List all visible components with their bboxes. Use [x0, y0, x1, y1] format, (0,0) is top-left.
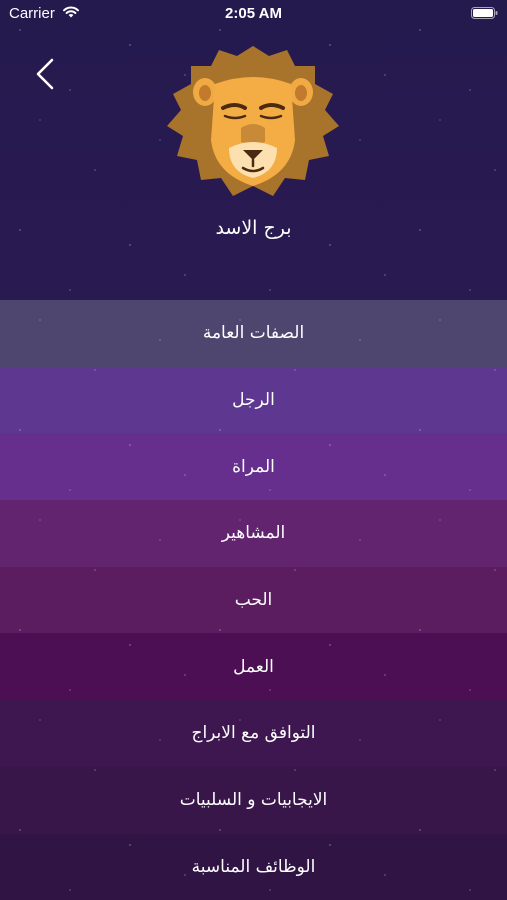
page-title: برج الاسد — [215, 217, 292, 239]
lion-icon — [167, 46, 339, 196]
menu-item-compatibility[interactable]: التوافق مع الابراج — [0, 700, 507, 767]
menu-item-woman[interactable]: المراة — [0, 433, 507, 501]
back-button[interactable] — [26, 52, 62, 96]
menu-item-love[interactable]: الحب — [0, 566, 507, 634]
menu-item-general-traits[interactable]: الصفات العامة — [0, 300, 507, 367]
clock: 2:05 AM — [225, 5, 282, 22]
menu-item-suitable-jobs[interactable]: الوظائف المناسبة — [0, 833, 507, 900]
menu-item-celebrities[interactable]: المشاهير — [0, 500, 507, 567]
menu-item-label: الحب — [234, 590, 273, 611]
menu-item-label: الوظائف المناسبة — [191, 856, 316, 877]
menu-list: الصفات العامة الرجل المراة المشاهير الحب… — [0, 300, 507, 900]
menu-item-label: المشاهير — [221, 523, 286, 544]
menu-item-label: الرجل — [232, 390, 275, 411]
menu-item-label: العمل — [233, 656, 274, 677]
menu-item-work[interactable]: العمل — [0, 633, 507, 701]
menu-item-label: الصفات العامة — [202, 323, 305, 344]
menu-item-pros-cons[interactable]: الايجابيات و السلبيات — [0, 766, 507, 834]
chevron-left-icon — [36, 58, 54, 90]
menu-item-label: التوافق مع الابراج — [191, 723, 316, 744]
battery-icon — [471, 7, 498, 19]
menu-item-man[interactable]: الرجل — [0, 366, 507, 434]
menu-item-label: المراة — [232, 456, 275, 477]
menu-item-label: الايجابيات و السلبيات — [179, 790, 328, 811]
status-bar: Carrier 2:05 AM — [0, 0, 507, 28]
